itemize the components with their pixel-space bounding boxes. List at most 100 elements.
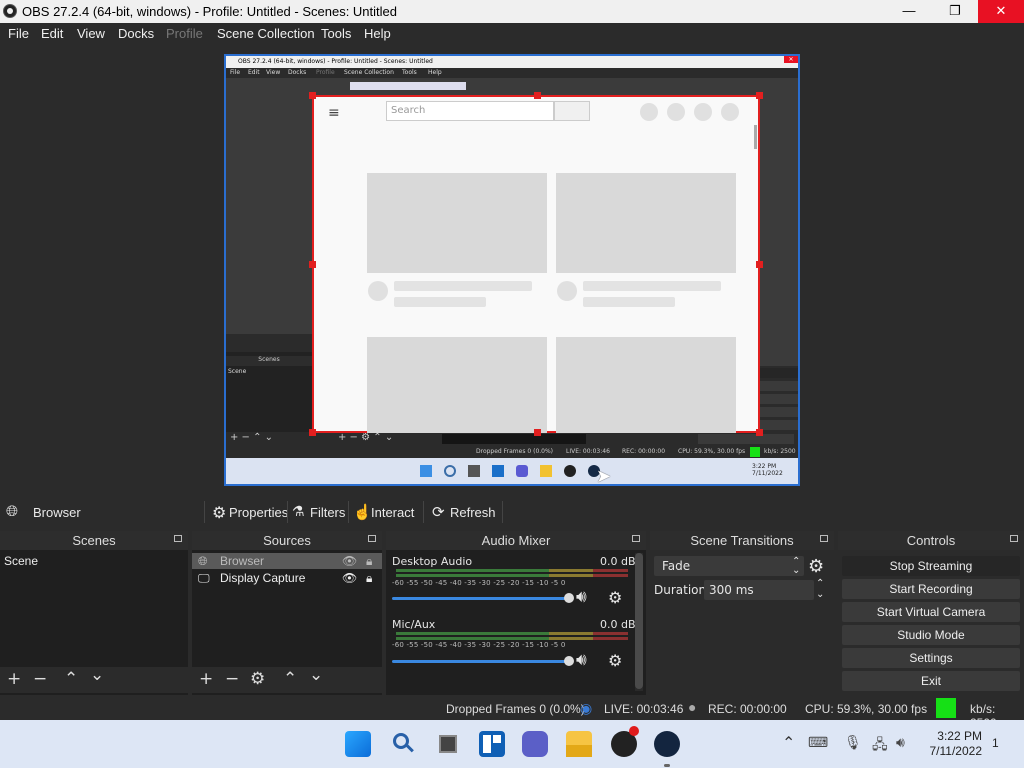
menu-docks[interactable]: Docks bbox=[118, 26, 154, 41]
widgets-icon[interactable] bbox=[479, 731, 505, 757]
source-properties-gear-icon[interactable]: ⚙ bbox=[250, 671, 265, 688]
taskbar-clock[interactable]: 3:22 PM 7/11/2022 bbox=[928, 729, 983, 759]
nested-menu-bar: File Edit View Docks Profile Scene Colle… bbox=[226, 68, 798, 78]
menu-help[interactable]: Help bbox=[364, 26, 391, 41]
eye-icon[interactable]: 👁︎ bbox=[342, 570, 357, 586]
placeholder-circle bbox=[721, 103, 739, 121]
browser-source-frame[interactable]: ≡ Search bbox=[309, 92, 763, 436]
network-icon[interactable]: 🖧 bbox=[872, 734, 888, 758]
notification-count-badge[interactable]: 1 bbox=[992, 736, 999, 750]
gear-icon[interactable]: ⚙ bbox=[808, 556, 824, 577]
resize-handle[interactable] bbox=[534, 429, 541, 436]
menu-view[interactable]: View bbox=[77, 26, 105, 41]
show-hidden-icons-icon[interactable]: ⌃ bbox=[782, 733, 795, 753]
stop-streaming-button[interactable]: Stop Streaming bbox=[842, 556, 1020, 576]
remove-scene-button[interactable]: − bbox=[33, 671, 47, 688]
start-icon[interactable] bbox=[345, 731, 371, 757]
float-dock-icon[interactable] bbox=[368, 535, 376, 542]
menu-file[interactable]: File bbox=[8, 26, 29, 41]
desktop-audio-volume-thumb[interactable] bbox=[564, 593, 574, 603]
placeholder-line bbox=[583, 281, 721, 291]
speaker-icon[interactable]: 🔊︎ bbox=[576, 587, 587, 607]
teams-chat-icon[interactable] bbox=[522, 731, 548, 757]
move-down-button[interactable]: ⌄ bbox=[90, 667, 104, 684]
nested-menu-scene-collection: Scene Collection bbox=[344, 69, 394, 76]
desktop-audio-volume-slider[interactable] bbox=[392, 597, 570, 600]
filters-icon: ⚗ bbox=[292, 503, 305, 519]
source-item-browser[interactable]: 🌐︎ Browser 👁︎ 🔒︎ bbox=[192, 553, 382, 569]
lock-icon[interactable]: 🔒︎ bbox=[366, 553, 372, 569]
resize-handle[interactable] bbox=[309, 92, 316, 99]
mic-aux-volume-thumb[interactable] bbox=[564, 656, 574, 666]
studio-mode-button[interactable]: Studio Mode bbox=[842, 625, 1020, 645]
refresh-button[interactable]: ⟳ Refresh bbox=[432, 501, 496, 523]
video-thumbnail bbox=[556, 337, 736, 433]
nested-clock: 3:22 PM 7/11/2022 bbox=[752, 463, 783, 477]
resize-handle[interactable] bbox=[534, 92, 541, 99]
mouse-cursor-icon: ➤ bbox=[596, 466, 612, 487]
duration-label: Duration bbox=[654, 583, 707, 597]
search-icon[interactable] bbox=[390, 731, 416, 757]
move-down-button[interactable]: ⌄ bbox=[309, 667, 323, 684]
cpu-fps: CPU: 59.3%, 30.00 fps bbox=[805, 702, 928, 716]
browser-scrollbar[interactable] bbox=[754, 125, 757, 149]
float-dock-icon[interactable] bbox=[1010, 535, 1018, 542]
resize-handle[interactable] bbox=[756, 261, 763, 268]
add-scene-button[interactable]: + bbox=[7, 671, 21, 688]
properties-button[interactable]: ⚙ Properties bbox=[210, 501, 288, 523]
scene-item[interactable]: Scene bbox=[0, 553, 188, 569]
mic-aux-volume-slider[interactable] bbox=[392, 660, 570, 663]
add-source-button[interactable]: + bbox=[199, 671, 213, 688]
menu-edit[interactable]: Edit bbox=[41, 26, 63, 41]
lock-icon[interactable]: 🔒︎ bbox=[366, 570, 372, 586]
minimize-button[interactable]: — bbox=[886, 0, 932, 23]
interact-button[interactable]: ☝ Interact bbox=[353, 501, 415, 523]
duration-input[interactable]: 300 ms bbox=[704, 580, 814, 600]
nested-menu-edit: Edit bbox=[248, 69, 260, 76]
speaker-icon[interactable]: 🔊︎ bbox=[576, 650, 587, 670]
float-dock-icon[interactable] bbox=[632, 535, 640, 542]
filters-button[interactable]: ⚗ Filters bbox=[292, 501, 346, 523]
microphone-icon[interactable]: 🎙︎ bbox=[844, 734, 862, 751]
remove-source-button[interactable]: − bbox=[225, 671, 239, 688]
keyboard-icon[interactable]: ⌨ bbox=[808, 734, 828, 751]
move-up-button[interactable]: ⌃ bbox=[283, 671, 297, 688]
transition-select[interactable]: Fade ⌃ ⌄ bbox=[654, 556, 804, 576]
volume-icon[interactable]: 🔊︎ bbox=[896, 734, 905, 751]
menu-tools[interactable]: Tools bbox=[321, 26, 351, 41]
resize-handle[interactable] bbox=[309, 429, 316, 436]
menu-profile[interactable]: Profile bbox=[166, 26, 203, 41]
clock-time: 3:22 PM bbox=[937, 729, 982, 743]
obs-taskbar-icon[interactable] bbox=[611, 726, 639, 757]
placeholder-line bbox=[394, 281, 532, 291]
browser-search-box[interactable]: Search bbox=[386, 101, 554, 121]
file-explorer-icon[interactable] bbox=[566, 731, 592, 757]
duration-stepper[interactable]: ⌃ ⌄ bbox=[816, 578, 824, 600]
nested-scenes-header: Scenes bbox=[226, 356, 312, 366]
move-up-button[interactable]: ⌃ bbox=[64, 671, 78, 688]
menu-scene-collection[interactable]: Scene Collection bbox=[217, 26, 315, 41]
mixer-scrollbar[interactable] bbox=[635, 553, 643, 691]
browser-search-button[interactable] bbox=[554, 101, 590, 121]
gear-icon[interactable]: ⚙ bbox=[608, 651, 622, 670]
gear-icon[interactable]: ⚙ bbox=[608, 588, 622, 607]
start-recording-button[interactable]: Start Recording bbox=[842, 579, 1020, 599]
float-dock-icon[interactable] bbox=[174, 535, 182, 542]
desktop-audio-db: 0.0 dB bbox=[600, 555, 636, 568]
restore-button[interactable]: ❐ bbox=[932, 0, 978, 23]
close-button[interactable]: ✕ bbox=[978, 0, 1024, 23]
resize-handle[interactable] bbox=[756, 92, 763, 99]
rec-time: REC: 00:00:00 bbox=[708, 702, 787, 716]
exit-button[interactable]: Exit bbox=[842, 671, 1020, 691]
resize-handle[interactable] bbox=[756, 429, 763, 436]
source-item-display-capture[interactable]: 🖵 Display Capture 👁︎ 🔒︎ bbox=[192, 570, 382, 586]
placeholder-circle bbox=[694, 103, 712, 121]
resize-handle[interactable] bbox=[309, 261, 316, 268]
settings-button[interactable]: Settings bbox=[842, 648, 1020, 668]
eye-icon[interactable]: 👁︎ bbox=[342, 553, 357, 569]
task-view-icon[interactable] bbox=[435, 731, 461, 757]
steam-icon[interactable] bbox=[654, 731, 680, 757]
nested-title-bar: OBS 27.2.4 (64-bit, windows) - Profile: … bbox=[226, 56, 798, 68]
float-dock-icon[interactable] bbox=[820, 535, 828, 542]
start-virtual-camera-button[interactable]: Start Virtual Camera bbox=[842, 602, 1020, 622]
